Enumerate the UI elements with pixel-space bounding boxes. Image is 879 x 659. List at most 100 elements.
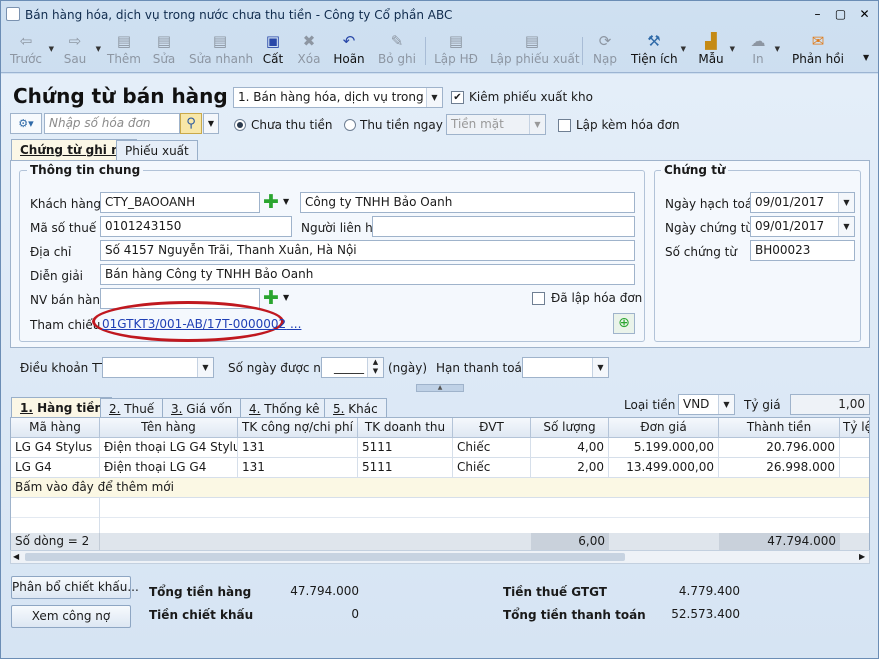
toolbar-button-next[interactable]: ⇨ Sau ▼ [58, 31, 101, 71]
invoice-search-input[interactable]: Nhập số hóa đơn [44, 113, 180, 134]
table-cell[interactable] [840, 458, 869, 478]
toolbar-button-reload[interactable]: ⟳ Nạp [590, 31, 620, 71]
tax-code-input[interactable]: 0101243150 [100, 216, 292, 237]
payment-terms-select[interactable]: ▼ [102, 357, 214, 378]
toolbar-more-icon[interactable]: ▼ [863, 53, 869, 62]
address-input[interactable]: Số 4157 Nguyễn Trãi, Thanh Xuân, Hà Nội [100, 240, 635, 261]
toolbar-button-add[interactable]: ▤ Thêm [105, 31, 143, 71]
table-cell[interactable]: 5111 [358, 458, 453, 478]
table-cell[interactable]: LG G4 Stylus [11, 438, 100, 458]
table-cell[interactable]: 131 [238, 458, 358, 478]
post-date-input[interactable]: 09/01/2017 ▼ [750, 192, 855, 213]
add-new-hint[interactable]: Bấm vào đây để thêm mới [11, 478, 311, 498]
table-cell[interactable]: 20.796.000 [719, 438, 840, 458]
column-header[interactable]: Thành tiền [719, 418, 840, 438]
maximize-icon[interactable]: ▢ [832, 7, 849, 22]
chevron-down-icon[interactable]: ▼ [283, 197, 289, 206]
column-header[interactable]: TK công nợ/chi phí [238, 418, 358, 438]
allocate-discount-button[interactable]: Phân bổ chiết khấu... [11, 576, 139, 599]
search-icon[interactable]: ⚲ [180, 113, 202, 134]
collapse-handle[interactable]: ▲ [416, 384, 464, 392]
table-cell[interactable]: 13.499.000,00 [609, 458, 719, 478]
contact-input[interactable] [372, 216, 635, 237]
table-cell[interactable]: 131 [238, 438, 358, 458]
column-header[interactable]: Số lượng [531, 418, 609, 438]
scroll-right-icon[interactable]: ▶ [859, 551, 865, 563]
table-cell[interactable]: 5.199.000,00 [609, 438, 719, 458]
table-cell[interactable]: Điện thoại LG G4 [100, 458, 238, 478]
table-cell[interactable]: 2,00 [531, 458, 609, 478]
chevron-down-icon[interactable]: ▼ [838, 217, 854, 236]
chevron-down-icon[interactable]: ▼ [49, 45, 54, 53]
customer-code-input[interactable]: CTY_BAOOANH [100, 192, 260, 213]
description-input[interactable]: Bán hàng Công ty TNHH Bảo Oanh [100, 264, 635, 285]
tab-issue-slip[interactable]: Phiếu xuất [116, 140, 198, 162]
column-header[interactable]: TK doanh thu [358, 418, 453, 438]
reference-link[interactable]: 01GTKT3/001-AB/17T-0000002 ... [102, 317, 301, 331]
customer-name-input[interactable]: Công ty TNHH Bảo Oanh [300, 192, 635, 213]
search-type-button[interactable]: ⚙▾ [10, 113, 42, 134]
add-customer-icon[interactable]: ✚ [262, 193, 280, 212]
chevron-down-icon[interactable]: ▼ [426, 88, 442, 107]
chevron-down-icon[interactable]: ▼ [96, 45, 101, 53]
table-cell[interactable]: LG G4 [11, 458, 100, 478]
column-header[interactable]: Đơn giá [609, 418, 719, 438]
toolbar-button-print[interactable]: ☁ In ▼ [745, 31, 781, 71]
column-header[interactable]: Tỷ lệ [840, 418, 869, 438]
view-debt-button[interactable]: Xem công nợ [11, 605, 131, 628]
chevron-down-icon[interactable]: ▼ [283, 293, 289, 302]
toolbar-button-quick-edit[interactable]: ▤ Sửa nhanh [189, 31, 253, 71]
radio-unpaid[interactable] [234, 119, 246, 131]
doc-no-input[interactable]: BH00023 [750, 240, 855, 261]
with-invoice-checkbox[interactable] [558, 119, 571, 132]
table-cell[interactable]: Chiếc [453, 458, 531, 478]
table-cell[interactable]: 26.998.000 [719, 458, 840, 478]
toolbar-button-edit[interactable]: ▤ Sửa [150, 31, 178, 71]
toolbar-button-create-invoice[interactable]: ▤ Lập HĐ [434, 31, 478, 71]
toolbar-button-previous[interactable]: ⇦ Trước ▼ [7, 31, 54, 71]
table-cell[interactable]: Chiếc [453, 438, 531, 458]
invoiced-checkbox[interactable] [532, 292, 545, 305]
close-icon[interactable]: ✕ [856, 7, 873, 22]
toolbar-button-template[interactable]: ▟ Mẫu ▼ [696, 31, 735, 71]
reference-more[interactable]: ... [290, 317, 301, 331]
horizontal-scrollbar[interactable]: ◀ ▶ [10, 550, 870, 564]
minimize-icon[interactable]: – [809, 7, 826, 22]
currency-select[interactable]: VND ▼ [678, 394, 735, 415]
chevron-down-icon[interactable]: ▼ [838, 193, 854, 212]
chevron-down-icon[interactable]: ▼ [775, 45, 780, 53]
chevron-down-icon[interactable]: ▼ [718, 395, 734, 414]
chevron-down-icon[interactable]: ▼ [681, 45, 686, 53]
table-cell[interactable] [840, 438, 869, 458]
toolbar-button-feedback[interactable]: ✉ Phản hồi [792, 31, 844, 71]
scroll-left-icon[interactable]: ◀ [13, 551, 19, 563]
toolbar-button-issue-slip[interactable]: ▤ Lập phiếu xuất [490, 31, 580, 71]
chevron-down-icon[interactable]: ▼ [730, 45, 735, 53]
due-date-input[interactable]: ▼ [522, 357, 609, 378]
chevron-down-icon[interactable]: ▼ [529, 115, 545, 134]
sale-type-select[interactable]: 1. Bán hàng hóa, dịch vụ trong nước ▼ [233, 87, 443, 108]
toolbar-button-cancel[interactable]: ↶ Hoãn [331, 31, 367, 71]
payment-method-select[interactable]: Tiền mặt ▼ [446, 114, 546, 135]
attach-icon[interactable]: ⊕ [613, 313, 635, 334]
scroll-thumb[interactable] [25, 553, 625, 561]
toolbar-button-delete[interactable]: ✖ Xóa [295, 31, 323, 71]
column-header[interactable]: ĐVT [453, 418, 531, 438]
toolbar-button-save[interactable]: ▣ Cất [259, 31, 287, 71]
rate-input[interactable]: 1,00 [790, 394, 870, 415]
table-cell[interactable]: Điện thoại LG G4 Stylus [100, 438, 238, 458]
radio-paid[interactable] [344, 119, 356, 131]
chevron-down-icon[interactable]: ▼ [592, 358, 608, 377]
column-header[interactable]: Tên hàng [100, 418, 238, 438]
add-seller-icon[interactable]: ✚ [262, 289, 280, 308]
chevron-down-icon[interactable]: ▼ [203, 113, 219, 134]
tab-goods[interactable]: 1. Hàng tiền [11, 397, 113, 419]
table-cell[interactable]: 5111 [358, 438, 453, 458]
column-header[interactable]: Mã hàng [11, 418, 100, 438]
toolbar-button-unpost[interactable]: ✎ Bỏ ghi [377, 31, 417, 71]
chevron-down-icon[interactable]: ▼ [197, 358, 213, 377]
toolbar-button-utilities[interactable]: ⚒ Tiện ích ▼ [631, 31, 686, 71]
table-cell[interactable]: 4,00 [531, 438, 609, 458]
stepper-icon[interactable]: ▲ ▼ [367, 358, 383, 377]
kiem-phieu-checkbox[interactable]: ✔ [451, 91, 464, 104]
